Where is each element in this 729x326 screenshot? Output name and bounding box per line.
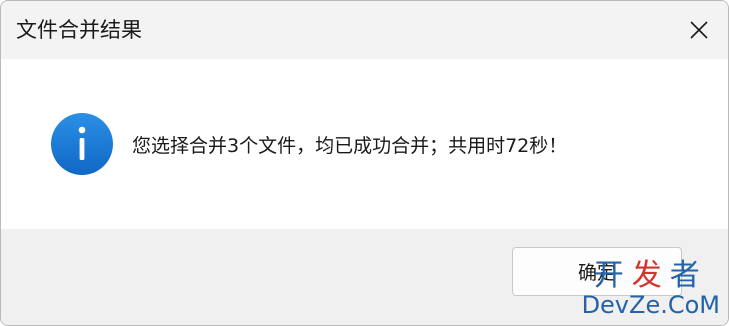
close-button[interactable] (670, 1, 728, 59)
close-icon (690, 21, 708, 39)
dialog-body: 您选择合并3个文件，均已成功合并；共用时72秒！ (1, 59, 728, 229)
message-dialog: 文件合并结果 您选择合并3个文件，均已成功合并；共用时72秒！ 确定 开发者 D… (0, 0, 729, 326)
message-text: 您选择合并3个文件，均已成功合并；共用时72秒！ (132, 135, 568, 157)
info-icon (51, 113, 113, 175)
dialog-footer: 确定 (1, 229, 728, 325)
title-bar: 文件合并结果 (1, 1, 728, 59)
ok-button[interactable]: 确定 (512, 247, 682, 296)
window-title: 文件合并结果 (16, 18, 142, 42)
